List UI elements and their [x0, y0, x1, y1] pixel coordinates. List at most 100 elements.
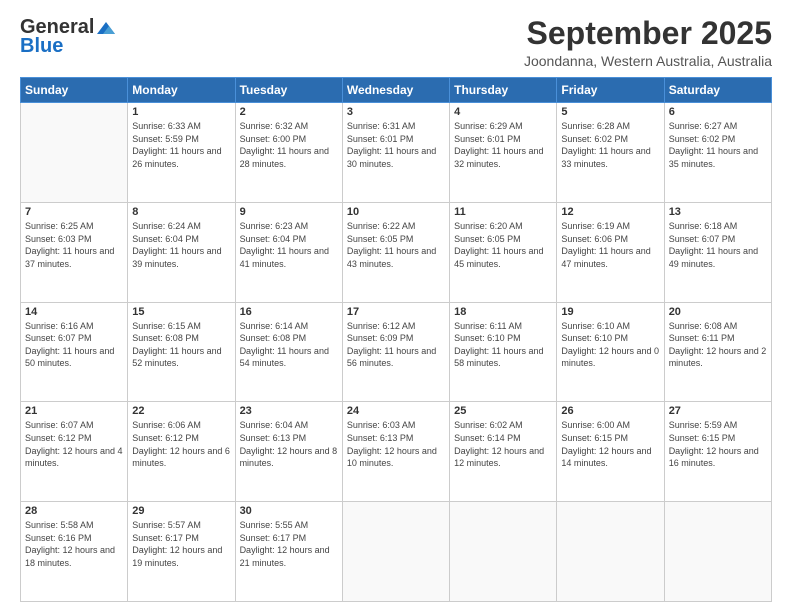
day-info: Sunrise: 6:14 AMSunset: 6:08 PMDaylight:…: [240, 320, 338, 370]
day-number: 13: [669, 206, 767, 218]
calendar-cell: 21 Sunrise: 6:07 AMSunset: 6:12 PMDayligh…: [21, 402, 128, 502]
week-row-2: 7 Sunrise: 6:25 AMSunset: 6:03 PMDaylight…: [21, 202, 772, 302]
day-number: 7: [25, 206, 123, 218]
calendar-cell: 22Sunrise: 6:06 AMSunset: 6:12 PMDayligh…: [128, 402, 235, 502]
calendar-cell: 9 Sunrise: 6:23 AMSunset: 6:04 PMDaylight…: [235, 202, 342, 302]
day-info: Sunrise: 6:04 AMSunset: 6:13 PMDaylight:…: [240, 419, 338, 469]
day-number: 25: [454, 405, 552, 417]
calendar-cell: 17 Sunrise: 6:12 AMSunset: 6:09 PMDayligh…: [342, 302, 449, 402]
day-number: 19: [561, 306, 659, 318]
day-number: 29: [132, 505, 230, 517]
calendar-cell: 3Sunrise: 6:31 AMSunset: 6:01 PMDaylight…: [342, 103, 449, 203]
weekday-header-friday: Friday: [557, 78, 664, 103]
day-info: Sunrise: 6:24 AMSunset: 6:04 PMDaylight:…: [132, 220, 230, 270]
weekday-header-wednesday: Wednesday: [342, 78, 449, 103]
calendar-cell: 11 Sunrise: 6:20 AMSunset: 6:05 PMDayligh…: [450, 202, 557, 302]
page: General Blue September 2025 Joondanna, W…: [0, 0, 792, 612]
calendar-cell: 27Sunrise: 5:59 AMSunset: 6:15 PMDayligh…: [664, 402, 771, 502]
calendar-cell: [342, 502, 449, 602]
day-number: 6: [669, 106, 767, 118]
calendar-cell: 4Sunrise: 6:29 AMSunset: 6:01 PMDaylight…: [450, 103, 557, 203]
day-info: Sunrise: 6:23 AMSunset: 6:04 PMDaylight:…: [240, 220, 338, 270]
day-info: Sunrise: 6:00 AMSunset: 6:15 PMDaylight:…: [561, 419, 659, 469]
calendar-cell: [557, 502, 664, 602]
day-info: Sunrise: 6:22 AMSunset: 6:05 PMDaylight:…: [347, 220, 445, 270]
calendar-cell: 26 Sunrise: 6:00 AMSunset: 6:15 PMDayligh…: [557, 402, 664, 502]
day-number: 15: [132, 306, 230, 318]
day-info: Sunrise: 6:20 AMSunset: 6:05 PMDaylight:…: [454, 220, 552, 270]
header: General Blue September 2025 Joondanna, W…: [20, 16, 772, 69]
day-number: 23: [240, 405, 338, 417]
title-block: September 2025 Joondanna, Western Austra…: [524, 16, 772, 69]
calendar-cell: 24 Sunrise: 6:03 AMSunset: 6:13 PMDayligh…: [342, 402, 449, 502]
day-info: Sunrise: 6:06 AMSunset: 6:12 PMDaylight:…: [132, 419, 230, 469]
calendar-cell: 30Sunrise: 5:55 AMSunset: 6:17 PMDayligh…: [235, 502, 342, 602]
calendar-cell: 1 Sunrise: 6:33 AMSunset: 5:59 PMDaylight…: [128, 103, 235, 203]
day-info: Sunrise: 6:07 AMSunset: 6:12 PMDaylight:…: [25, 419, 123, 469]
day-number: 10: [347, 206, 445, 218]
calendar-cell: 14 Sunrise: 6:16 AMSunset: 6:07 PMDayligh…: [21, 302, 128, 402]
calendar-cell: 28Sunrise: 5:58 AMSunset: 6:16 PMDayligh…: [21, 502, 128, 602]
day-info: Sunrise: 6:15 AMSunset: 6:08 PMDaylight:…: [132, 320, 230, 370]
day-number: 24: [347, 405, 445, 417]
day-info: Sunrise: 6:25 AMSunset: 6:03 PMDaylight:…: [25, 220, 123, 270]
weekday-header-saturday: Saturday: [664, 78, 771, 103]
day-number: 1: [132, 106, 230, 118]
weekday-header-sunday: Sunday: [21, 78, 128, 103]
day-number: 11: [454, 206, 552, 218]
day-number: 16: [240, 306, 338, 318]
day-number: 2: [240, 106, 338, 118]
day-number: 12: [561, 206, 659, 218]
calendar-cell: 18 Sunrise: 6:11 AMSunset: 6:10 PMDayligh…: [450, 302, 557, 402]
day-number: 17: [347, 306, 445, 318]
day-info: Sunrise: 6:08 AMSunset: 6:11 PMDaylight:…: [669, 320, 767, 370]
weekday-header-monday: Monday: [128, 78, 235, 103]
day-info: Sunrise: 6:27 AMSunset: 6:02 PMDaylight:…: [669, 120, 767, 170]
calendar-cell: 29 Sunrise: 5:57 AMSunset: 6:17 PMDayligh…: [128, 502, 235, 602]
calendar-cell: 13Sunrise: 6:18 AMSunset: 6:07 PMDayligh…: [664, 202, 771, 302]
day-number: 4: [454, 106, 552, 118]
week-row-5: 28Sunrise: 5:58 AMSunset: 6:16 PMDayligh…: [21, 502, 772, 602]
week-row-3: 14 Sunrise: 6:16 AMSunset: 6:07 PMDayligh…: [21, 302, 772, 402]
calendar-cell: 19 Sunrise: 6:10 AMSunset: 6:10 PMDayligh…: [557, 302, 664, 402]
day-info: Sunrise: 6:11 AMSunset: 6:10 PMDaylight:…: [454, 320, 552, 370]
logo: General Blue: [20, 16, 118, 58]
calendar-cell: 16 Sunrise: 6:14 AMSunset: 6:08 PMDayligh…: [235, 302, 342, 402]
day-info: Sunrise: 6:03 AMSunset: 6:13 PMDaylight:…: [347, 419, 445, 469]
day-info: Sunrise: 6:19 AMSunset: 6:06 PMDaylight:…: [561, 220, 659, 270]
calendar-cell: 20 Sunrise: 6:08 AMSunset: 6:11 PMDayligh…: [664, 302, 771, 402]
calendar-cell: 10 Sunrise: 6:22 AMSunset: 6:05 PMDayligh…: [342, 202, 449, 302]
calendar-cell: [450, 502, 557, 602]
day-number: 18: [454, 306, 552, 318]
calendar-cell: 23 Sunrise: 6:04 AMSunset: 6:13 PMDayligh…: [235, 402, 342, 502]
logo-icon: [95, 20, 117, 36]
day-number: 21: [25, 405, 123, 417]
weekday-header-row: SundayMondayTuesdayWednesdayThursdayFrid…: [21, 78, 772, 103]
calendar-cell: 5Sunrise: 6:28 AMSunset: 6:02 PMDaylight…: [557, 103, 664, 203]
calendar-cell: 12 Sunrise: 6:19 AMSunset: 6:06 PMDayligh…: [557, 202, 664, 302]
day-info: Sunrise: 6:31 AMSunset: 6:01 PMDaylight:…: [347, 120, 445, 170]
day-number: 28: [25, 505, 123, 517]
calendar-table: SundayMondayTuesdayWednesdayThursdayFrid…: [20, 77, 772, 602]
day-info: Sunrise: 6:32 AMSunset: 6:00 PMDaylight:…: [240, 120, 338, 170]
day-number: 5: [561, 106, 659, 118]
day-number: 20: [669, 306, 767, 318]
day-info: Sunrise: 5:59 AMSunset: 6:15 PMDaylight:…: [669, 419, 767, 469]
calendar-cell: 2 Sunrise: 6:32 AMSunset: 6:00 PMDaylight…: [235, 103, 342, 203]
day-info: Sunrise: 6:33 AMSunset: 5:59 PMDaylight:…: [132, 120, 230, 170]
day-number: 9: [240, 206, 338, 218]
calendar-cell: 15 Sunrise: 6:15 AMSunset: 6:08 PMDayligh…: [128, 302, 235, 402]
day-info: Sunrise: 6:10 AMSunset: 6:10 PMDaylight:…: [561, 320, 659, 370]
day-info: Sunrise: 6:16 AMSunset: 6:07 PMDaylight:…: [25, 320, 123, 370]
day-info: Sunrise: 6:12 AMSunset: 6:09 PMDaylight:…: [347, 320, 445, 370]
day-number: 26: [561, 405, 659, 417]
day-info: Sunrise: 5:55 AMSunset: 6:17 PMDaylight:…: [240, 519, 338, 569]
calendar-cell: [664, 502, 771, 602]
logo-blue: Blue: [20, 35, 63, 58]
calendar-cell: [21, 103, 128, 203]
month-title: September 2025: [524, 16, 772, 51]
calendar-cell: 6 Sunrise: 6:27 AMSunset: 6:02 PMDaylight…: [664, 103, 771, 203]
day-info: Sunrise: 5:57 AMSunset: 6:17 PMDaylight:…: [132, 519, 230, 569]
day-number: 14: [25, 306, 123, 318]
weekday-header-thursday: Thursday: [450, 78, 557, 103]
